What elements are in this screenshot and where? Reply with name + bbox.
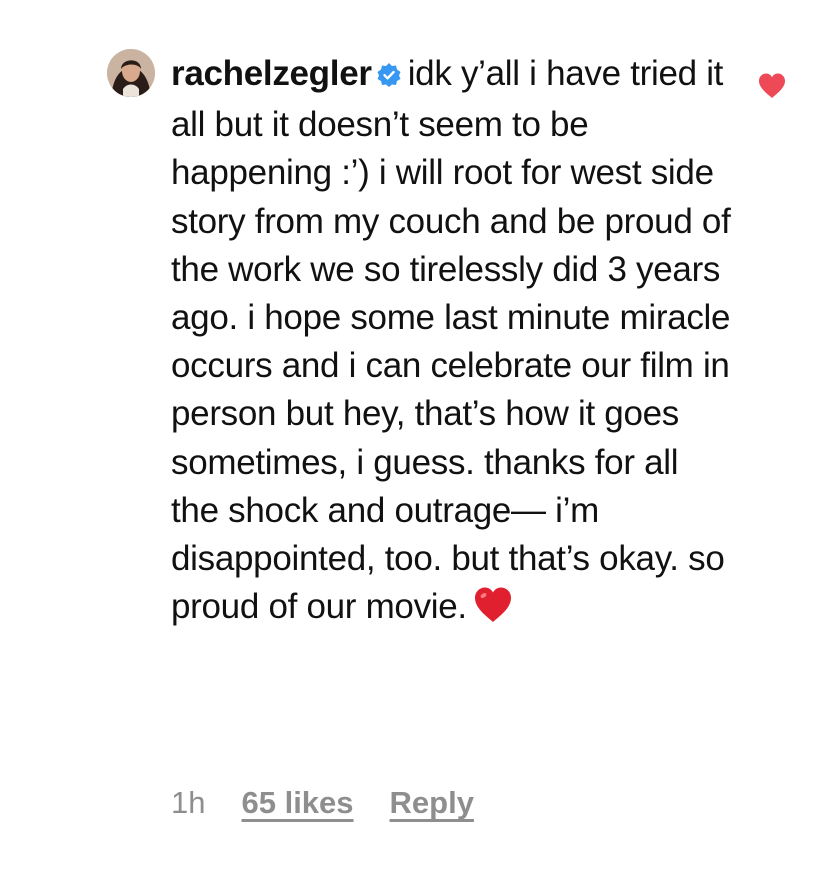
comment-text: idk y’all i have tried it all but it doe…	[171, 54, 731, 627]
timestamp: 1h	[171, 785, 206, 820]
heart-icon	[759, 73, 785, 98]
comment-body: rachelzegler idk y’all i have tried it a…	[171, 50, 731, 637]
comment-meta: 1h 65 likes Reply	[171, 785, 474, 821]
reply-button[interactable]: Reply	[390, 785, 474, 821]
red-heart-emoji-icon	[473, 586, 513, 637]
username-link[interactable]: rachelzegler	[171, 54, 372, 93]
avatar[interactable]	[107, 49, 155, 97]
likes-count-link[interactable]: 65 likes	[241, 785, 353, 821]
verified-badge-icon	[376, 53, 402, 101]
comment-row: rachelzegler idk y’all i have tried it a…	[0, 0, 828, 882]
like-button[interactable]	[757, 72, 787, 100]
